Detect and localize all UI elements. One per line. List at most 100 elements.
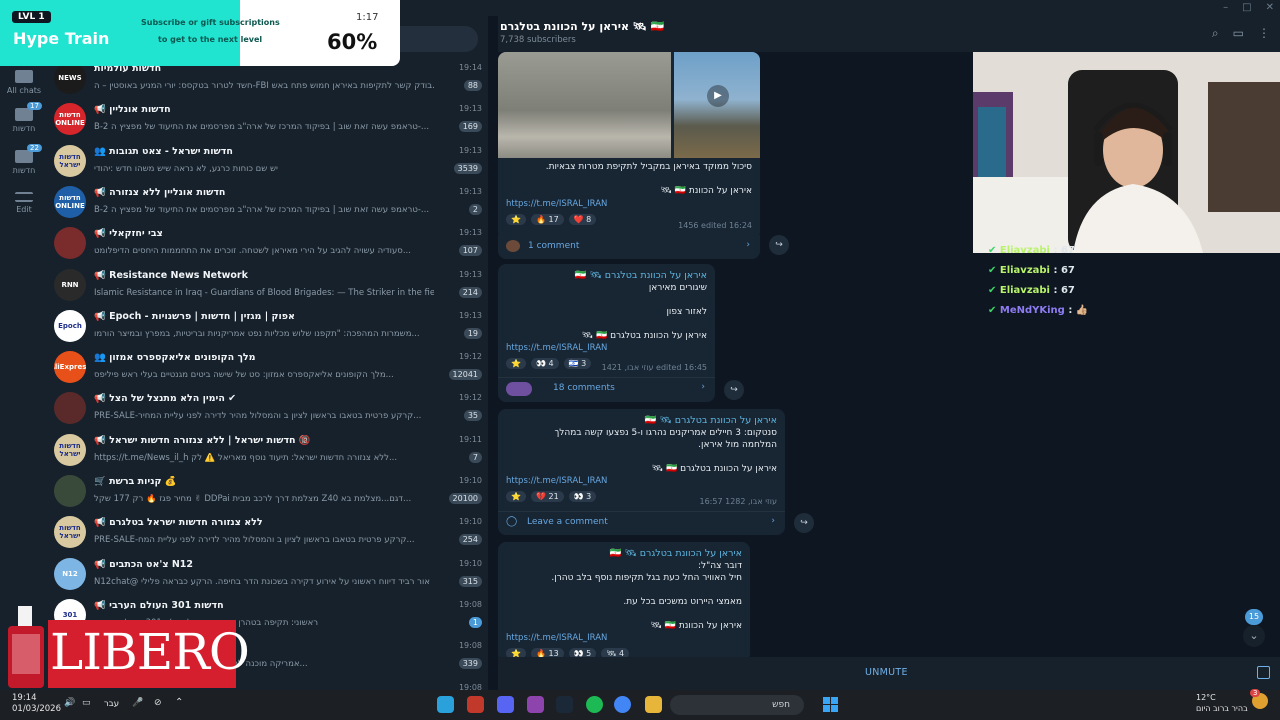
comments-link[interactable]: 18 comments <box>553 383 615 393</box>
chat-row[interactable]: חדשות ישראל 📢 חדשות ישראל | ללא צנזורה חד… <box>48 430 488 471</box>
chat-row[interactable]: RNN 📢 Resistance News Network 19:13 Islamic… <box>48 265 488 306</box>
display-icon[interactable]: ▭ <box>82 698 91 708</box>
webcam-feed <box>973 52 1280 253</box>
comments-bar[interactable]: 1 comment › <box>498 235 760 259</box>
channel-header[interactable]: איראן על הכוונת בטלגרם 🛰 🇮🇷 7,738 subscr… <box>498 16 1280 52</box>
folder-all-chats[interactable]: All chats <box>0 70 48 95</box>
comments-link[interactable]: 1 comment <box>528 241 579 251</box>
header-actions: ⌕ ▭ ⋮ <box>1212 26 1270 41</box>
folder-edit[interactable]: Edit <box>0 192 48 214</box>
chat-username[interactable]: Eliavzabi <box>1000 285 1050 296</box>
language-indicator[interactable]: עבר <box>104 699 119 709</box>
chat-row[interactable]: Epoch 📢 Epoch - אפוק | מגזין | חדשות | פר… <box>48 306 488 347</box>
reaction-chip[interactable]: 👀 3 <box>568 491 597 502</box>
microphone-icon[interactable]: 🎤 <box>132 698 143 708</box>
close-icon[interactable]: ✕ <box>1266 2 1274 13</box>
message-link[interactable]: https://t.me/ISRAL_IRAN <box>506 199 607 209</box>
taskbar: 19:14 01/03/2026 🔊 ▭ עבר 🎤 ⊘ ⌃ חפש 12°C בה… <box>0 689 1280 720</box>
stream-chat-message: ✔ Eliavzabi : 67 <box>988 265 1075 276</box>
volume-icon[interactable]: 🔊 <box>64 698 75 708</box>
avatar: N12 <box>54 557 86 590</box>
avatar-stack <box>506 382 532 396</box>
message-link[interactable]: https://t.me/ISRAL_IRAN <box>506 476 607 486</box>
unread-count: 339 <box>458 658 482 670</box>
taskbar-search[interactable]: חפש <box>670 695 804 715</box>
chat-username[interactable]: Eliavzabi <box>1000 265 1050 276</box>
comments-bar[interactable]: 18 comments › <box>498 377 715 399</box>
avatar: חדשות ONLINE <box>54 185 86 218</box>
share-icon[interactable]: ↪ <box>724 380 744 400</box>
reaction-chip[interactable]: 💔 21 <box>530 491 564 502</box>
reaction-chip[interactable]: ❤️ 8 <box>568 214 597 225</box>
comments-link[interactable]: Leave a comment <box>527 517 608 527</box>
reaction-chip[interactable]: 👀 5 <box>568 648 597 657</box>
share-icon[interactable]: ↪ <box>794 513 814 533</box>
chat-row[interactable]: חדשות ישראל 👥 חדשות ישראל - צאט תגובות 19:… <box>48 141 488 182</box>
telegram-icon[interactable] <box>437 696 454 713</box>
unread-count: 107 <box>458 245 482 257</box>
discord-icon[interactable] <box>497 696 514 713</box>
video-thumbnail[interactable]: ▶ <box>674 52 760 158</box>
message-text: לאזור צפון <box>666 307 707 317</box>
windows-start-icon[interactable] <box>823 697 838 712</box>
message-meta: עוזי אבו, 1421 edited 16:45 <box>601 363 707 372</box>
pane-divider[interactable] <box>488 16 498 690</box>
reaction-chip[interactable]: ⭐ <box>506 491 526 502</box>
play-icon[interactable]: ▶ <box>707 85 729 107</box>
chat-row[interactable]: חדשות ישראל 📢 ללא צנזורה חדשות ישראל בטלג… <box>48 512 488 553</box>
photo-thumbnail[interactable] <box>498 52 671 158</box>
steam-icon[interactable] <box>556 696 573 713</box>
chat-row[interactable]: AliExpress 👥 מלך הקופונים אליאקספרס אמזון… <box>48 347 488 388</box>
weather-widget[interactable]: 12°C בהיר ברוב היום <box>1196 692 1248 714</box>
reaction-chip[interactable]: ⭐ <box>506 648 526 657</box>
chrome-icon[interactable] <box>614 696 631 713</box>
message-link[interactable]: https://t.me/ISRAL_IRAN <box>506 343 607 353</box>
scroll-down-icon[interactable]: ⌄ <box>1243 625 1265 647</box>
maximize-icon[interactable]: □ <box>1242 2 1251 13</box>
chat-bubble-icon <box>15 70 33 83</box>
reaction-chip[interactable]: 🔥 17 <box>530 214 564 225</box>
chat-row[interactable]: חדשות ONLINE 📢 חדשות אונליין ללא צנזורה 19… <box>48 182 488 223</box>
reaction-chip[interactable]: 👀 4 <box>530 358 559 369</box>
reaction-chip[interactable]: ⭐ <box>506 214 526 225</box>
reaction-chip[interactable]: 🔥 13 <box>530 648 564 657</box>
file-explorer-icon[interactable] <box>645 696 662 713</box>
chat-row[interactable]: N12 📢 צ'אט הכתבים N12 19:10 N12chat@ אור רב… <box>48 554 488 595</box>
chat-row[interactable]: 📢 הימין הלא מתנצל של הצל ✔ 19:12 PRE-SALE-… <box>48 388 488 429</box>
chat-row[interactable]: 📢 צבי יחזקאלי 19:13 סעודיה עשויה להגיב על … <box>48 223 488 264</box>
search-icon[interactable]: ⌕ <box>1212 26 1219 41</box>
folder-label: חדשות <box>12 124 36 133</box>
chat-row[interactable]: 🛒 קניות ברשת 💰 19:10 מחיר פגז 🔥 רק 177 שקל… <box>48 471 488 512</box>
chat-text: : 👍🏼 <box>1068 305 1089 316</box>
reaction-chip[interactable]: 🛰 4 <box>601 648 630 657</box>
spotify-icon[interactable] <box>586 696 603 713</box>
network-icon[interactable]: ⊘ <box>154 698 162 708</box>
chat-username[interactable]: MeNdYKing <box>1000 305 1065 316</box>
unread-count: 88 <box>463 80 482 91</box>
reaction-chip[interactable]: ⭐ <box>506 358 526 369</box>
unmute-button[interactable]: UNMUTE <box>865 667 908 678</box>
folder-news-1[interactable]: 17 חדשות <box>0 102 48 133</box>
gift-icon[interactable] <box>1257 666 1270 679</box>
unread-count: 169 <box>458 121 482 133</box>
avatar <box>54 475 86 507</box>
unmute-bar[interactable]: UNMUTE <box>498 657 1280 690</box>
comments-bar[interactable]: ◯ Leave a comment › <box>498 511 785 533</box>
message-link[interactable]: https://t.me/ISRAL_IRAN <box>506 633 607 643</box>
chevron-up-icon[interactable]: ⌃ <box>175 697 183 708</box>
more-icon[interactable]: ⋮ <box>1258 26 1270 41</box>
chat-text: : 67 <box>1053 285 1075 296</box>
badge-icon: ✔ <box>988 245 1000 256</box>
chat-row[interactable]: חדשות ONLINE 📢 חדשות אונליין 19:13 B-2 טראמ… <box>48 99 488 140</box>
streaming-app-icon[interactable] <box>527 696 544 713</box>
folder-news-2[interactable]: 22 חדשות <box>0 144 48 175</box>
app-icon[interactable] <box>467 696 484 713</box>
subscriber-count: 7,738 subscribers <box>500 35 576 45</box>
share-icon[interactable]: ↪ <box>769 235 789 255</box>
chat-title: 👥 חדשות ישראל - צאט תגובות <box>94 145 233 157</box>
reaction-chip[interactable]: 🇮🇱 3 <box>563 358 592 369</box>
clock[interactable]: 19:14 01/03/2026 <box>12 693 61 715</box>
sidebar-toggle-icon[interactable]: ▭ <box>1233 26 1244 41</box>
minimize-icon[interactable]: – <box>1223 2 1228 13</box>
chat-username[interactable]: Eliavzabi <box>1000 245 1050 256</box>
